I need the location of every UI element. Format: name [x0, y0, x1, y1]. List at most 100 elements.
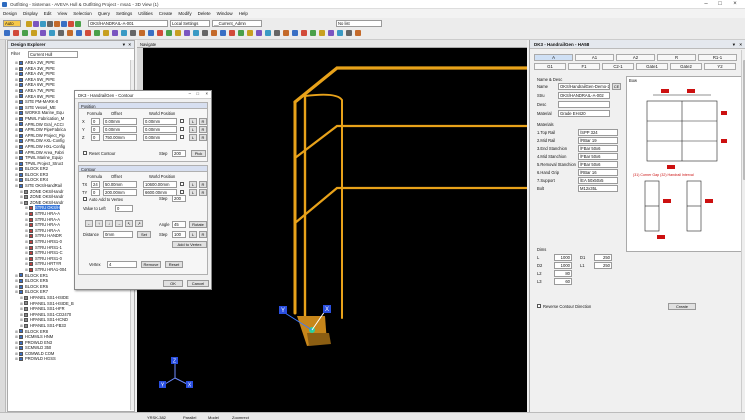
offset-input[interactable]: 50.00mm [103, 181, 137, 188]
vertex-select[interactable]: 4 [107, 261, 137, 268]
contour-step-input[interactable]: 200 [172, 195, 186, 202]
filter-select[interactable]: Current Hull [28, 50, 78, 58]
toolbar-tool-icon[interactable] [157, 30, 163, 36]
material-select[interactable]: /EA 50x50x5 [578, 177, 618, 184]
auto-add-checkbox[interactable] [83, 197, 87, 201]
toolbar-tool-icon[interactable] [328, 30, 334, 36]
dim-input-2[interactable]: 250 [594, 254, 612, 261]
dim-input-2[interactable]: 250 [594, 262, 612, 269]
toolbar-tool-icon[interactable] [76, 30, 82, 36]
tab-row1[interactable]: A1 [575, 54, 614, 61]
toolbar-mode-icon[interactable] [40, 21, 46, 27]
tab-row2[interactable]: Gate2 [670, 63, 702, 70]
tab-row2[interactable]: Y2 [704, 63, 736, 70]
L-button[interactable]: L [189, 126, 197, 133]
menu-item-selection[interactable]: Selection [70, 9, 95, 18]
menu-item-delete[interactable]: Delete [195, 9, 214, 18]
toolbar-mode-icon[interactable] [68, 21, 74, 27]
menu-item-display[interactable]: Display [20, 9, 41, 18]
material-select[interactable]: /FBar 50x6 [578, 145, 618, 152]
material-select[interactable]: /RBar 19 [578, 137, 618, 144]
rotate-button[interactable]: Rotate [189, 221, 207, 228]
explorer-close-icon[interactable]: × [128, 42, 131, 47]
toolbar-tool-icon[interactable] [40, 30, 46, 36]
toolbar-tool-icon[interactable] [220, 30, 226, 36]
menu-item-design[interactable]: Design [0, 9, 20, 18]
tab-row2[interactable]: Gate1 [636, 63, 668, 70]
menu-item-create[interactable]: Create [156, 9, 176, 18]
toolbar-tool-icon[interactable] [355, 30, 361, 36]
tab-row1[interactable]: A [534, 54, 573, 61]
toolbar-tool-icon[interactable] [310, 30, 316, 36]
toolbar-tool-icon[interactable] [4, 30, 10, 36]
tab-row1[interactable]: A2 [616, 54, 655, 61]
toolbar-tool-icon[interactable] [346, 30, 352, 36]
distance-input[interactable]: 0mm [103, 231, 133, 238]
toolbar-tool-icon[interactable] [283, 30, 289, 36]
tab-row2[interactable]: C2-1 [602, 63, 634, 70]
toolbar-tool-icon[interactable] [130, 30, 136, 36]
toolbar-tool-icon[interactable] [22, 30, 28, 36]
formula-input[interactable]: 24 [91, 181, 100, 188]
toolbar-mode-icon[interactable] [54, 21, 60, 27]
L-button[interactable]: L [189, 118, 197, 125]
reset-contour-checkbox[interactable] [83, 151, 87, 155]
tab-row2[interactable]: G1 [534, 63, 566, 70]
toolbar-mode-icon[interactable] [47, 21, 53, 27]
nudge-arrow-icon[interactable]: ↖ [125, 220, 133, 227]
menu-item-window[interactable]: Window [214, 9, 236, 18]
menu-item-settings[interactable]: Settings [113, 9, 135, 18]
world-input[interactable]: 0.00mm [143, 126, 177, 133]
nudge-arrow-icon[interactable]: → [115, 220, 123, 227]
toolbar-tool-icon[interactable] [193, 30, 199, 36]
toolbar-tool-icon[interactable] [139, 30, 145, 36]
expand-icon[interactable]: ⊞ [15, 357, 18, 363]
material-select[interactable]: /FBar 50x6 [578, 161, 618, 168]
ce-button[interactable]: CE [612, 83, 621, 90]
prop-input[interactable]: Grade EH420 [558, 110, 610, 117]
toolbar-tool-icon[interactable] [319, 30, 325, 36]
toolbar-tool-icon[interactable] [238, 30, 244, 36]
world-input[interactable]: 10600.00mm [143, 181, 177, 188]
menu-item-help[interactable]: Help [236, 9, 251, 18]
formula-input[interactable]: 0 [91, 189, 100, 196]
element-field[interactable]: OKS/HANDRAIL-A-001 [88, 20, 168, 27]
toolbar-tool-icon[interactable] [265, 30, 271, 36]
props-scrollbar[interactable] [741, 50, 745, 412]
menu-item-edit[interactable]: Edit [41, 9, 55, 18]
toolbar-tool-icon[interactable] [292, 30, 298, 36]
R-button[interactable]: R [199, 189, 207, 196]
R-button[interactable]: R [199, 126, 207, 133]
dim-input[interactable]: 80 [554, 270, 572, 277]
toolbar-tool-icon[interactable] [337, 30, 343, 36]
close-icon[interactable]: × [729, 1, 741, 8]
dim-input[interactable]: 1000 [554, 262, 572, 269]
toolbar-tool-icon[interactable] [148, 30, 154, 36]
toolbar-tool-icon[interactable] [184, 30, 190, 36]
lock-checkbox[interactable] [180, 190, 184, 194]
world-input[interactable]: 0.00mm [143, 134, 177, 141]
dialog-minimize-icon[interactable]: – [189, 91, 191, 96]
dim-input[interactable]: 1000 [554, 254, 572, 261]
lock-checkbox[interactable] [180, 119, 184, 123]
dim-input[interactable]: 60 [554, 278, 572, 285]
toolbar-tool-icon[interactable] [256, 30, 262, 36]
offset-input[interactable]: 0.00mm [103, 126, 137, 133]
L-button[interactable]: L [189, 134, 197, 141]
toolbar-tool-icon[interactable] [202, 30, 208, 36]
pin-icon[interactable]: ▾ [123, 42, 125, 48]
toolbar-tool-icon[interactable] [274, 30, 280, 36]
toolbar-tool-icon[interactable] [166, 30, 172, 36]
prop-input[interactable]: OKS/HANDRAIL-A-002 [558, 92, 610, 99]
cancel-button[interactable]: Cancel [187, 280, 209, 287]
R-button[interactable]: R [199, 118, 207, 125]
create-button[interactable]: Create [668, 303, 696, 310]
toolbar-tool-icon[interactable] [121, 30, 127, 36]
remove-button[interactable]: Remove [141, 261, 161, 268]
material-select[interactable]: M12x35L [578, 185, 618, 192]
toolbar-mode-icon[interactable] [26, 21, 32, 27]
offset-input[interactable]: 200.00mm [103, 189, 137, 196]
formula-input[interactable]: 0 [91, 118, 100, 125]
pick-button[interactable]: Pick [191, 150, 206, 157]
mode-selector[interactable]: Auto [3, 20, 21, 27]
